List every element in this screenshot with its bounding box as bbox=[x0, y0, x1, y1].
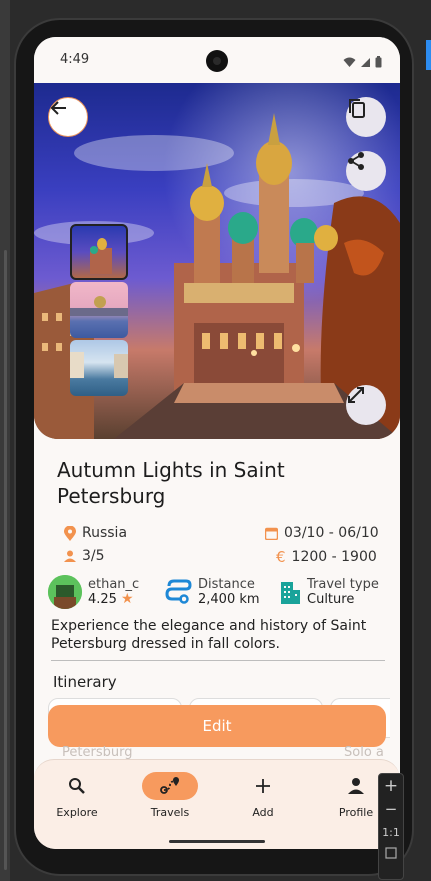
itinerary-card-text: Petersburg bbox=[62, 745, 133, 760]
person-icon bbox=[348, 778, 364, 794]
zoom-in-button[interactable]: + bbox=[379, 776, 403, 796]
status-icons bbox=[343, 53, 382, 72]
trip-price: 1200 - 1900 bbox=[291, 549, 377, 565]
copy-button[interactable] bbox=[346, 97, 386, 137]
search-icon bbox=[69, 778, 85, 794]
zoom-out-button[interactable]: − bbox=[379, 800, 403, 818]
emulator-zoom-toolbar: + − 1:1 bbox=[378, 773, 404, 880]
fullscreen-button[interactable] bbox=[346, 385, 386, 425]
trip-country: Russia bbox=[82, 525, 128, 541]
share-icon bbox=[348, 152, 364, 170]
distance-value: 2,400 km bbox=[198, 592, 260, 607]
travel-type-block: Travel type Culture bbox=[279, 577, 379, 607]
distance-label: Distance bbox=[198, 577, 255, 592]
share-button[interactable] bbox=[346, 151, 386, 191]
front-camera bbox=[206, 50, 228, 72]
trip-description: Experience the elegance and history of S… bbox=[51, 618, 367, 652]
battery-icon bbox=[375, 53, 382, 72]
plus-icon bbox=[256, 779, 270, 793]
trip-hero-photo[interactable] bbox=[34, 83, 400, 439]
wifi-icon bbox=[343, 53, 356, 72]
copy-icon bbox=[349, 99, 365, 118]
author-username: ethan_c bbox=[88, 577, 140, 592]
home-indicator[interactable] bbox=[169, 840, 265, 843]
itinerary-heading: Itinerary bbox=[53, 673, 117, 691]
thumbnail-1[interactable] bbox=[70, 224, 128, 280]
dates-row: 03/10 - 06/10 bbox=[265, 525, 379, 541]
nav-explore[interactable]: Explore bbox=[42, 772, 112, 819]
thumbnail-3[interactable] bbox=[70, 340, 128, 396]
country-row: Russia bbox=[64, 525, 127, 541]
arrow-left-icon bbox=[50, 101, 66, 115]
zoom-reset-button[interactable]: 1:1 bbox=[379, 826, 403, 839]
expand-icon bbox=[348, 387, 364, 403]
route-icon bbox=[160, 777, 179, 794]
route-icon bbox=[165, 579, 192, 604]
left-scrollbar[interactable] bbox=[0, 0, 10, 881]
travel-type-value: Culture bbox=[307, 592, 355, 607]
distance-block: Distance 2,400 km bbox=[164, 577, 260, 607]
thumbnail-2[interactable] bbox=[70, 282, 128, 338]
author-rating: 4.25 bbox=[88, 592, 117, 607]
app-screen: 4:49 Autumn Lights in Saint Petersburg R… bbox=[34, 37, 400, 849]
nav-explore-label: Explore bbox=[56, 806, 98, 819]
trip-dates: 03/10 - 06/10 bbox=[284, 525, 379, 541]
itinerary-card-text: Solo a bbox=[344, 745, 384, 760]
nav-add[interactable]: Add bbox=[228, 772, 298, 819]
nav-add-label: Add bbox=[252, 806, 274, 819]
price-row: € 1200 - 1900 bbox=[276, 548, 377, 566]
signal-icon bbox=[360, 53, 371, 72]
trip-title: Autumn Lights in Saint Petersburg bbox=[57, 458, 285, 508]
nav-travels-label: Travels bbox=[150, 806, 190, 819]
avatar[interactable] bbox=[48, 575, 82, 609]
people-row: 3/5 bbox=[64, 548, 105, 564]
status-bar: 4:49 bbox=[34, 37, 400, 83]
back-button[interactable] bbox=[48, 97, 88, 137]
location-pin-icon bbox=[64, 525, 76, 541]
euro-icon: € bbox=[276, 548, 286, 566]
author-block[interactable]: ethan_c 4.25 ★ bbox=[48, 575, 139, 609]
status-time: 4:49 bbox=[60, 52, 90, 67]
window-accent bbox=[426, 40, 431, 70]
edit-button[interactable]: Edit bbox=[48, 705, 386, 747]
trip-people: 3/5 bbox=[82, 548, 105, 564]
person-icon bbox=[64, 550, 76, 562]
fit-screen-icon[interactable] bbox=[379, 847, 403, 862]
nav-travels[interactable]: Travels bbox=[135, 772, 205, 819]
nav-active-indicator bbox=[142, 772, 198, 800]
calendar-icon bbox=[265, 527, 278, 540]
bottom-navigation: Explore Travels Add Profile bbox=[34, 759, 400, 849]
divider bbox=[51, 660, 385, 661]
travel-type-label: Travel type bbox=[307, 577, 379, 592]
building-icon bbox=[281, 582, 300, 604]
star-icon: ★ bbox=[120, 591, 134, 607]
photo-thumbnails bbox=[70, 224, 130, 398]
